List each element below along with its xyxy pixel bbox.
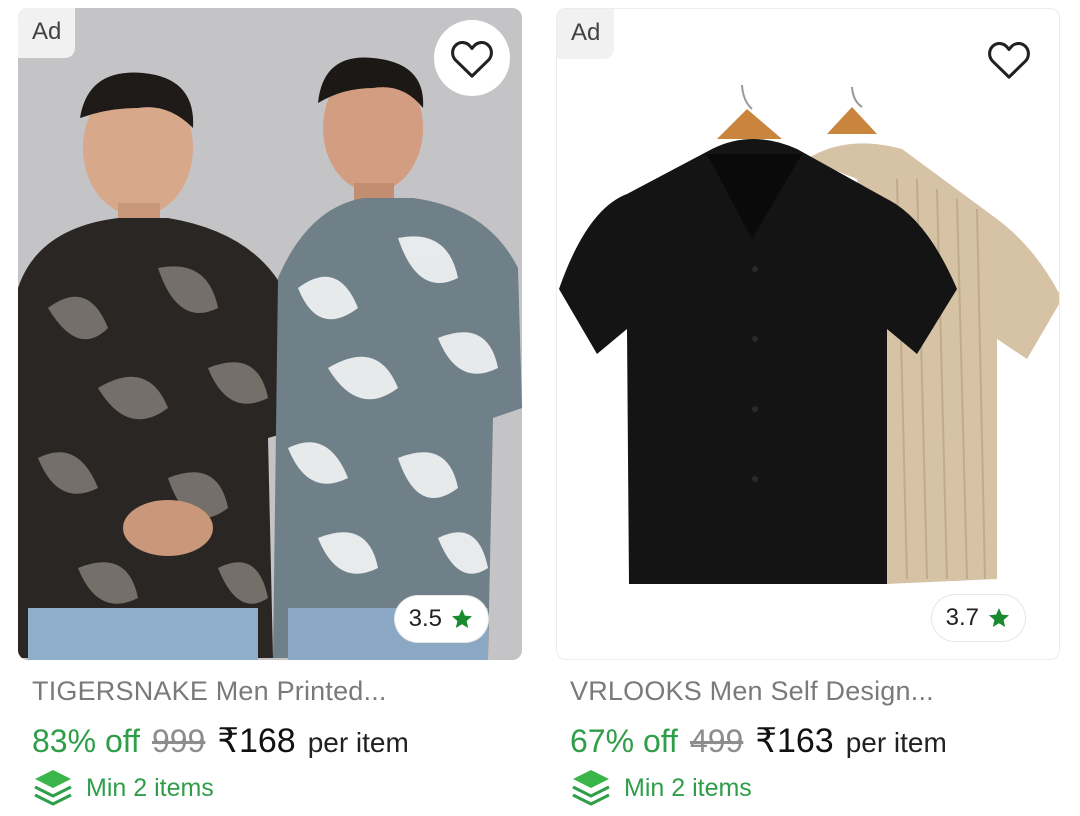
min-quantity-row: Min 2 items	[18, 767, 522, 809]
rating-value: 3.5	[408, 605, 442, 632]
wishlist-button[interactable]	[971, 21, 1047, 97]
original-price: 999	[151, 723, 206, 759]
selling-price: ₹163	[755, 722, 834, 760]
per-unit-label: per item	[845, 727, 947, 758]
product-title[interactable]: TIGERSNAKE Men Printed...	[18, 676, 522, 707]
rating-badge: 3.7	[931, 595, 1025, 641]
star-icon	[989, 608, 1009, 627]
min-quantity-label: Min 2 items	[86, 773, 214, 802]
star-icon	[452, 609, 472, 628]
ad-badge: Ad	[557, 9, 615, 59]
original-price: 499	[689, 723, 744, 759]
discount-label: 67% off	[570, 723, 678, 759]
product-grid: Ad 3.5 TIGERSNAKE Men Printed... 83% off…	[0, 0, 1080, 816]
price-row: 83% off 999 ₹168 per item	[18, 721, 522, 761]
wishlist-button[interactable]	[434, 20, 510, 96]
product-card[interactable]: Ad 3.7 VRLOOKS Men Self Design... 67% of…	[556, 8, 1060, 809]
rating-badge: 3.5	[394, 596, 488, 642]
product-image[interactable]: Ad 3.7	[556, 8, 1060, 660]
product-photo-two-shirts-on-hangers	[557, 9, 1059, 659]
product-card[interactable]: Ad 3.5 TIGERSNAKE Men Printed... 83% off…	[18, 8, 522, 809]
min-quantity-row: Min 2 items	[556, 767, 1060, 809]
min-quantity-label: Min 2 items	[624, 773, 752, 802]
per-unit-label: per item	[307, 727, 409, 758]
price-row: 67% off 499 ₹163 per item	[556, 721, 1060, 761]
stacked-layers-icon	[34, 770, 72, 806]
product-photo-two-men-printed-shirts	[18, 8, 522, 660]
heart-outline-icon	[451, 41, 493, 78]
heart-outline-icon	[988, 42, 1030, 79]
product-image[interactable]: Ad 3.5	[18, 8, 522, 660]
product-title[interactable]: VRLOOKS Men Self Design...	[556, 676, 1060, 707]
ad-badge: Ad	[18, 8, 76, 58]
stacked-layers-icon	[572, 770, 610, 806]
rating-value: 3.7	[945, 604, 979, 631]
discount-label: 83% off	[32, 723, 140, 759]
selling-price: ₹168	[217, 722, 296, 760]
